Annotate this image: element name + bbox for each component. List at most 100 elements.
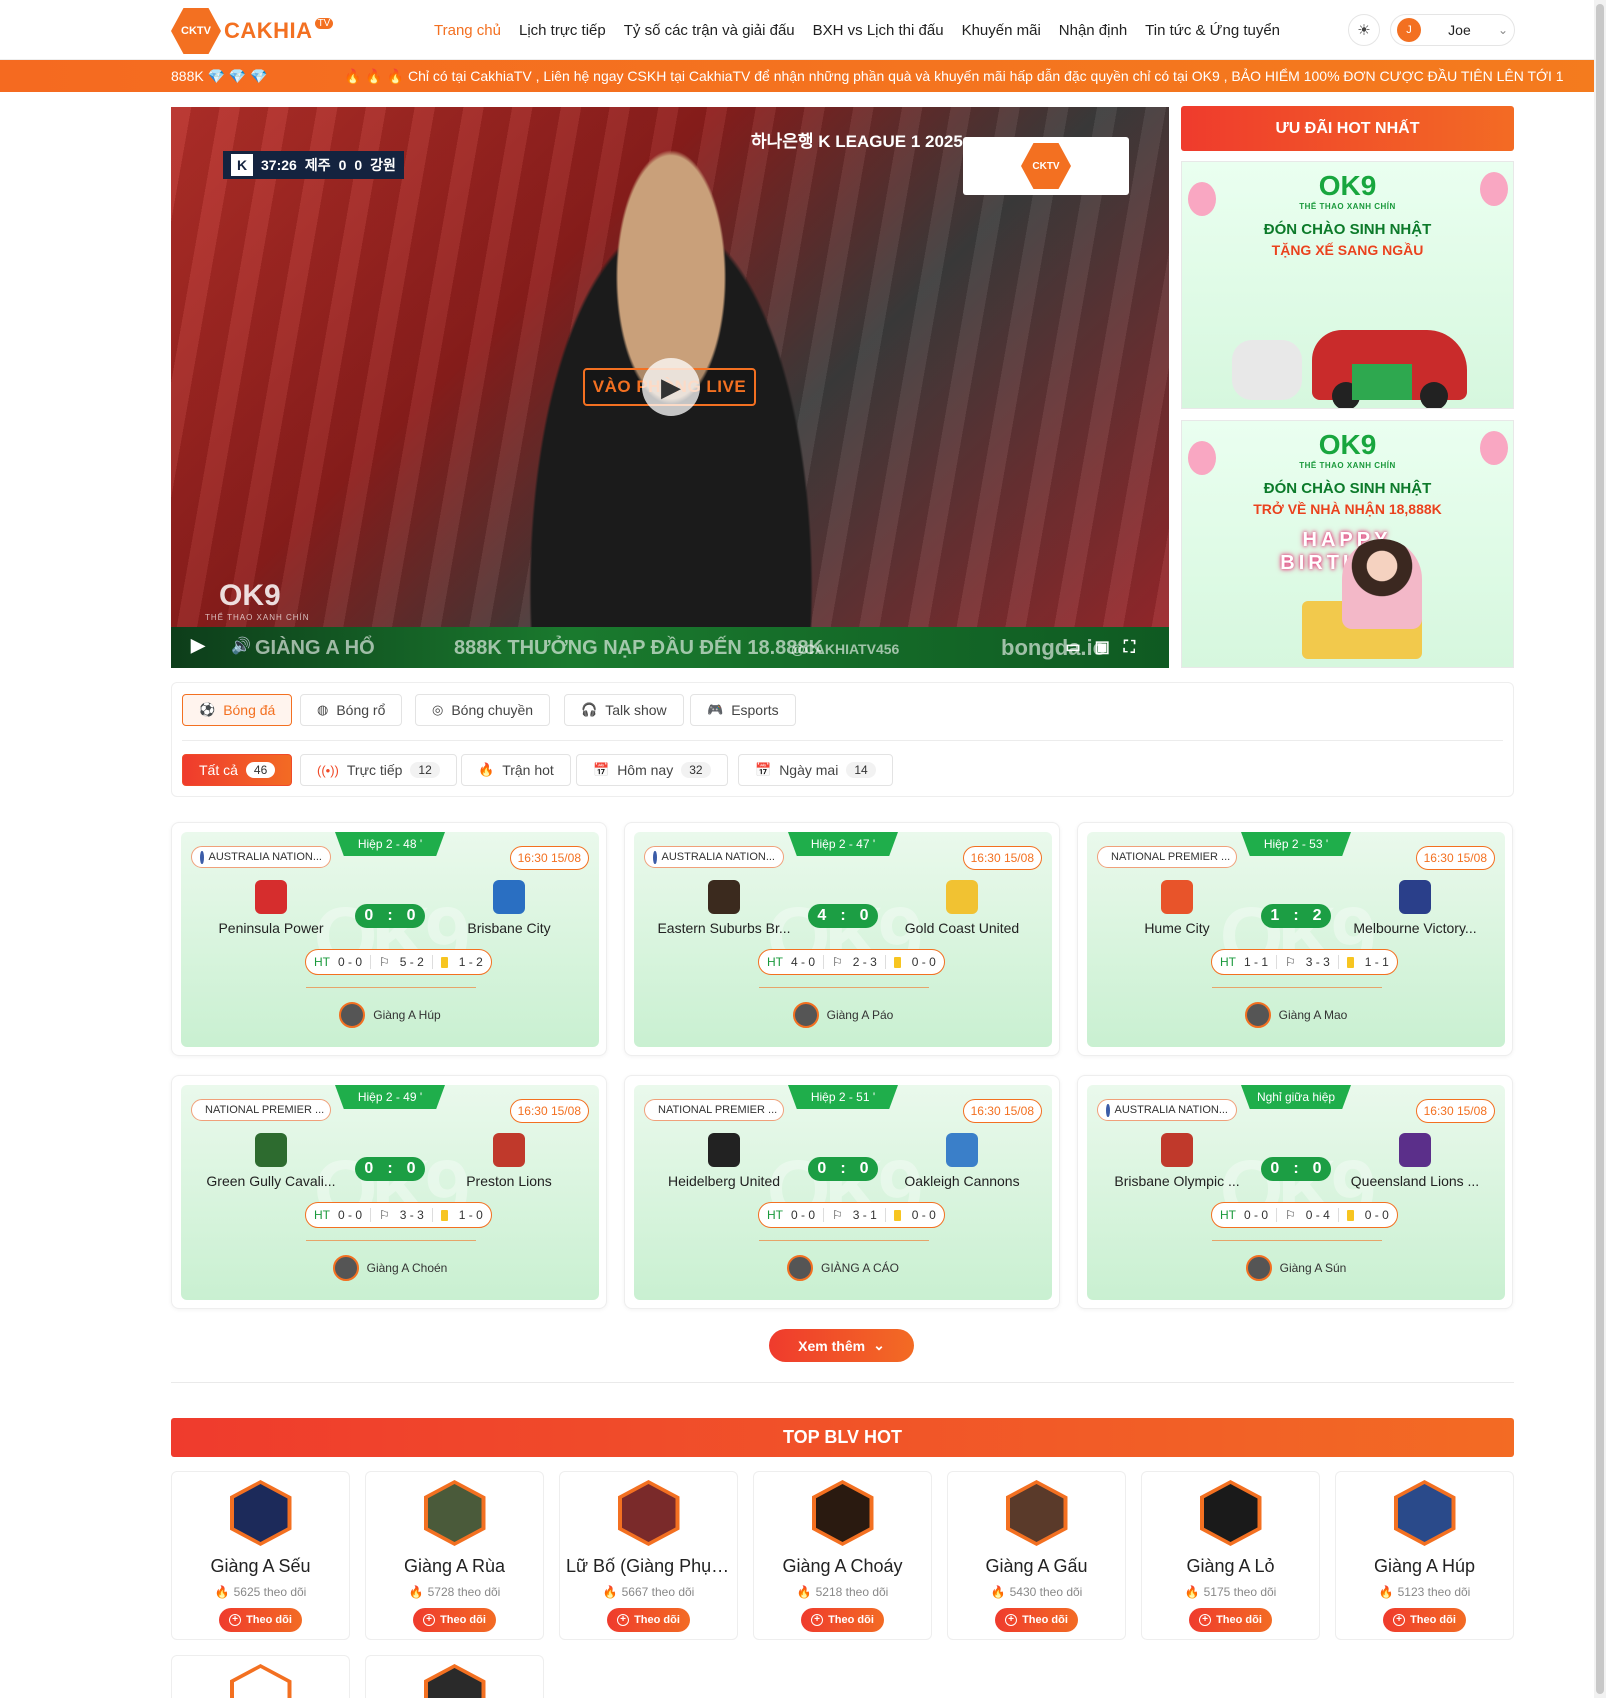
logo-badge: CKTV [171,8,221,54]
commentator[interactable]: Giàng A Húp [181,1002,599,1028]
commentator[interactable]: Giàng A Choén [181,1255,599,1281]
follow-button[interactable]: + Theo dõi [219,1608,302,1632]
commentator-avatar [1245,1255,1272,1281]
calendar-icon: 📅 [755,762,772,777]
follow-button[interactable]: + Theo dõi [801,1608,884,1632]
commentator-name: Giàng A Choáy [782,1556,903,1576]
nav-home[interactable]: Trang chủ [434,22,501,39]
cards: 0 - 0 [1364,1208,1389,1222]
commentator-card[interactable]: Giàng A Húp 🔥 5123 theo dõi + Theo dõi [1335,1471,1514,1640]
commentator-name: Giàng A Mao [1278,1008,1348,1022]
match-card[interactable]: OK9 NATIONAL PREMIER ... Hiệp 2 - 51 ' 1… [624,1075,1060,1309]
nav-news[interactable]: Tin tức & Ứng tuyển [1145,22,1280,39]
corners: 0 - 4 [1305,1208,1330,1222]
commentator-avatar [786,1255,813,1281]
follow-label: Theo dõi [246,1614,292,1626]
theme-toggle-button[interactable]: ☀ [1348,14,1380,46]
follower-count: 🔥 5218 theo dõi [754,1585,931,1599]
yellow-card-icon [893,1209,901,1221]
promo-banner-1[interactable]: OK9 THỂ THAO XANH CHÍN ĐÓN CHÀO SINH NHẬ… [1181,161,1514,409]
league-name: NATIONAL PREMIER ... [205,1104,325,1116]
match-card[interactable]: OK9 AUSTRALIA NATION... Nghỉ giữa hiệp 1… [1077,1075,1513,1309]
sport-tab-volleyball[interactable]: ◎ Bóng chuyền [415,694,551,726]
followers-number: 5218 [815,1585,843,1599]
filter-all[interactable]: Tất cả 46 [182,754,293,786]
divider [431,1208,433,1222]
filter-today[interactable]: 📅 Hôm nay 32 [576,754,728,786]
banner-headline: ĐÓN CHÀO SINH NHẬT [1263,480,1432,497]
nav-live-schedule[interactable]: Lịch trực tiếp [519,22,606,39]
commentator[interactable]: GIÀNG A CÁO [634,1255,1052,1281]
commentator-card[interactable]: Lữ Bố (Giàng Phụn... 🔥 5667 theo dõi + The… [559,1471,738,1640]
filter-hot[interactable]: 🔥 Trận hot [461,754,571,786]
chevron-down-icon: ⌄ [1497,23,1508,37]
fullscreen-icon[interactable]: ⛶ [1124,639,1149,656]
filter-tomorrow[interactable]: 📅 Ngày mai 14 [738,754,893,786]
avatar-image [427,1484,482,1542]
nav-scores[interactable]: Tỷ số các trận và giải đấu [624,22,795,39]
match-time: 16:30 15/08 [962,1099,1042,1123]
filter-live[interactable]: ((•)) Trực tiếp 12 [300,754,457,786]
user-menu[interactable]: J Joe ⌄ [1390,14,1515,46]
commentator-card[interactable]: Giàng A Gấu 🔥 5430 theo dõi + Theo dõi [947,1471,1126,1640]
avatar: J [1397,18,1421,42]
league-badge: AUSTRALIA NATION... [1097,1099,1237,1121]
filter-label: Ngày mai [779,762,839,778]
home-team: Peninsula Power [191,880,351,936]
follow-button[interactable]: + Theo dõi [413,1608,496,1632]
follow-button[interactable]: + Theo dõi [607,1608,690,1632]
site-logo[interactable]: CKTV CAKHIA TV [171,8,334,54]
followers-number: 5625 [233,1585,261,1599]
commentator-card[interactable]: Giàng A Sếu 🔥 5625 theo dõi + Theo dõi [171,1471,350,1640]
sport-tab-football[interactable]: ⚽ Bóng đá [182,694,293,726]
away-score: 2 [1312,907,1322,924]
commentator-card[interactable] [365,1655,544,1698]
volleyball-icon: ◎ [432,702,444,717]
match-filters: ⚽ Bóng đá ◍ Bóng rổ ◎ Bóng chuyền 🎧 Talk sho… [171,682,1514,797]
match-card[interactable]: OK9 AUSTRALIA NATION... Hiệp 2 - 48 ' 16… [171,822,607,1056]
divider [884,955,886,969]
play-icon[interactable]: ▶ [642,358,700,416]
follow-button[interactable]: + Theo dõi [995,1608,1078,1632]
play-button[interactable]: ▶ [191,635,205,656]
halftime-label: HT [314,1208,330,1222]
commentator[interactable]: Giàng A Páo [634,1002,1052,1028]
live-video-player[interactable]: K 37:26 제주 0 0 강원 하나은행 K LEAGUE 1 2025 C… [171,107,1169,668]
commentator-card[interactable]: Giàng A Choáy 🔥 5218 theo dõi + Theo dõi [753,1471,932,1640]
fire-icon: 🔥 [478,762,495,777]
commentator[interactable]: Giàng A Mao [1087,1002,1505,1028]
home-score: 0 [817,1160,827,1177]
see-more-button[interactable]: Xem thêm ⌄ [769,1329,914,1362]
corners: 5 - 2 [399,955,424,969]
sport-tab-esports[interactable]: 🎮 Esports [690,694,796,726]
nav-promotions[interactable]: Khuyến mãi [962,22,1041,39]
commentator-card[interactable] [171,1655,350,1698]
match-card[interactable]: OK9 NATIONAL PREMIER ... Hiệp 2 - 53 ' 1… [1077,822,1513,1056]
league-badge: NATIONAL PREMIER ... [191,1099,331,1121]
scrollbar-thumb[interactable] [1596,4,1604,1694]
pip-icon[interactable]: ▣ [1095,639,1124,656]
volume-icon[interactable]: 🔊 [231,636,251,656]
team-crest-icon [1399,1133,1431,1167]
follow-button[interactable]: + Theo dõi [1189,1608,1272,1632]
commentator-card[interactable]: Giàng A Lỏ 🔥 5175 theo dõi + Theo dõi [1141,1471,1320,1640]
halftime-label: HT [767,1208,783,1222]
follow-button[interactable]: + Theo dõi [1383,1608,1466,1632]
commentator-card[interactable]: Giàng A Rùa 🔥 5728 theo dõi + Theo dõi [365,1471,544,1640]
player-controls[interactable]: ▭▣⛶ [1066,637,1149,657]
nav-predictions[interactable]: Nhận định [1059,22,1127,39]
cast-icon[interactable]: ▭ [1066,639,1095,656]
headset-icon: 🎧 [581,702,598,717]
sport-tab-basketball[interactable]: ◍ Bóng rổ [300,694,403,726]
nav-standings[interactable]: BXH vs Lịch thi đấu [813,22,944,39]
banner-sub: THỂ THAO XANH CHÍN [1299,202,1396,211]
promo-banner-2[interactable]: OK9 THỂ THAO XANH CHÍN ĐÓN CHÀO SINH NHẬ… [1181,420,1514,668]
balloon-art [1480,431,1508,465]
match-card[interactable]: OK9 AUSTRALIA NATION... Hiệp 2 - 47 ' 16… [624,822,1060,1056]
match-card-body: OK9 AUSTRALIA NATION... Nghỉ giữa hiệp 1… [1087,1085,1505,1300]
match-status: Hiệp 2 - 47 ' [788,832,898,856]
sport-tab-talkshow[interactable]: 🎧 Talk show [564,694,684,726]
match-card[interactable]: OK9 NATIONAL PREMIER ... Hiệp 2 - 49 ' 1… [171,1075,607,1309]
corner-flag-icon: ⚐ [832,955,843,969]
commentator[interactable]: Giàng A Sún [1087,1255,1505,1281]
